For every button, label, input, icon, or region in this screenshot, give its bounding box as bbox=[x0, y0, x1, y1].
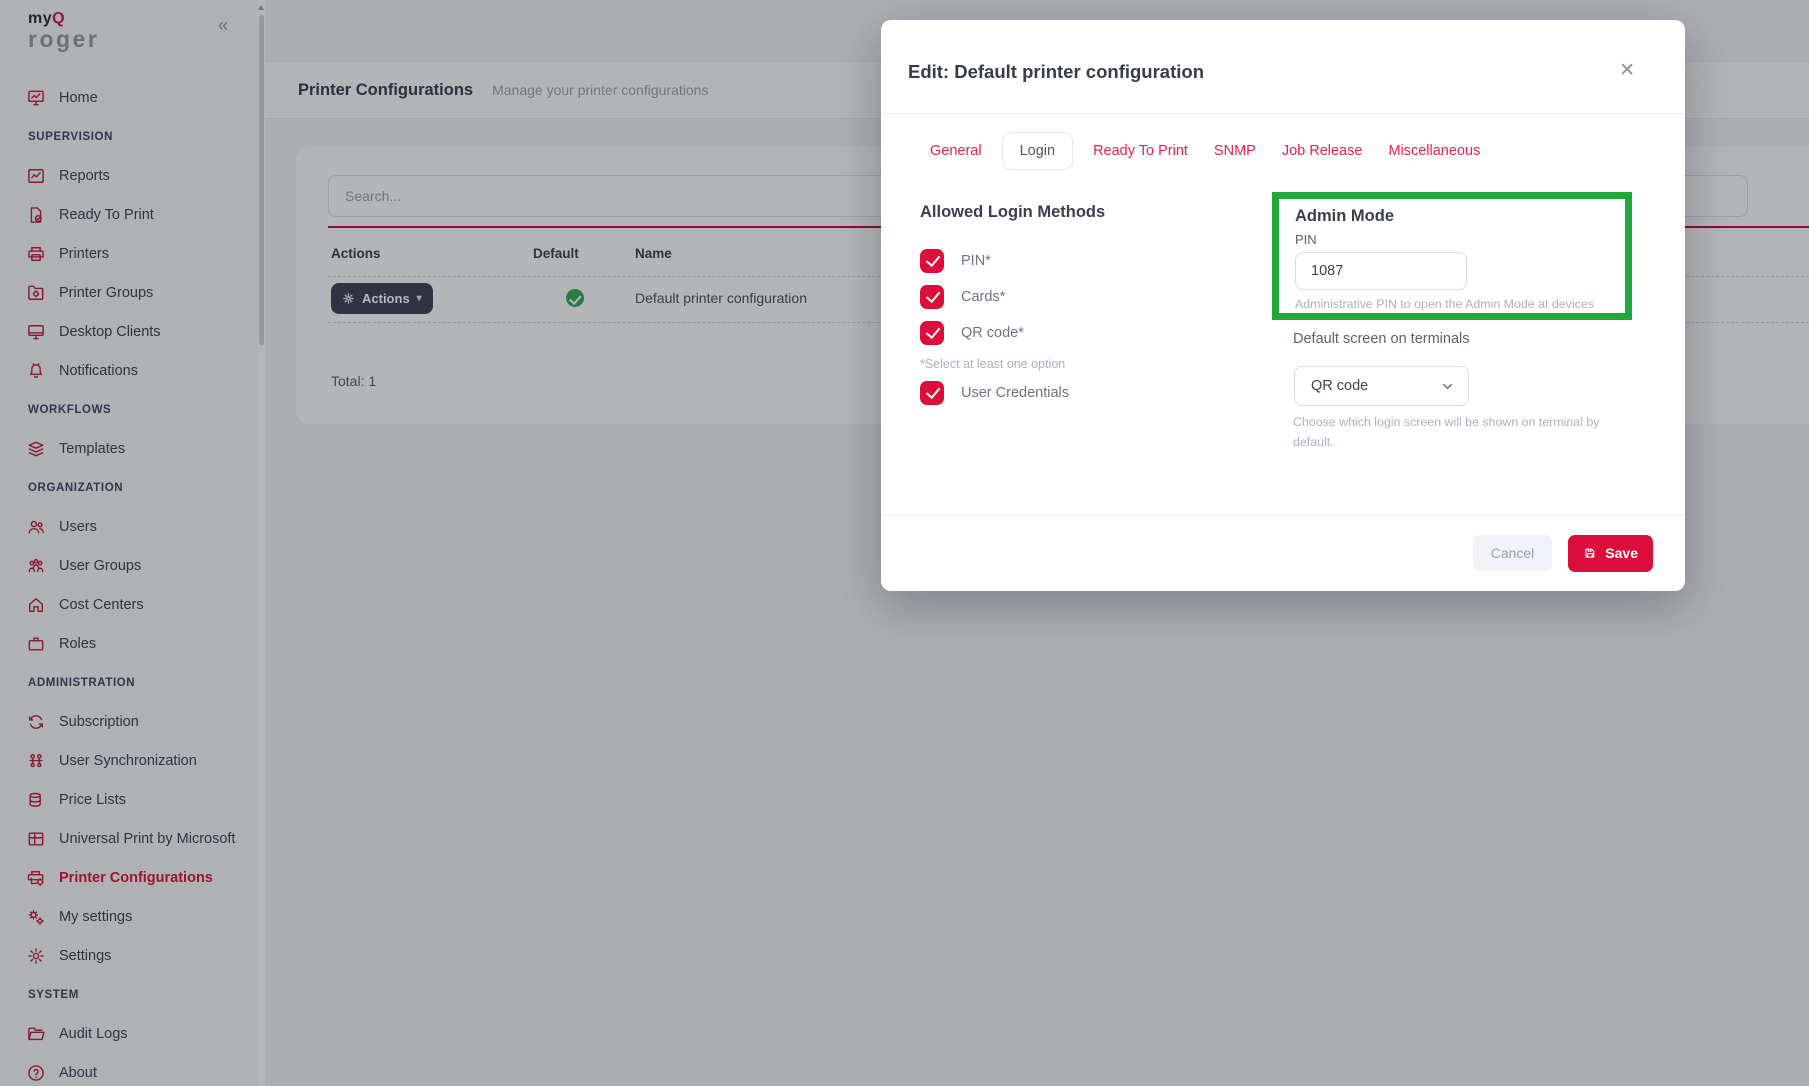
login-method-label: Cards* bbox=[961, 289, 1006, 305]
login-method-label: PIN* bbox=[961, 253, 991, 269]
default-screen-helper: Choose which login screen will be shown … bbox=[1293, 415, 1600, 449]
login-methods-note: *Select at least one option bbox=[920, 357, 1066, 371]
tab-snmp[interactable]: SNMP bbox=[1201, 133, 1269, 169]
default-screen-label: Default screen on terminals bbox=[1293, 331, 1470, 347]
allowed-login-methods-heading: Allowed Login Methods bbox=[920, 203, 1106, 221]
save-label: Save bbox=[1605, 545, 1638, 561]
close-icon: ✕ bbox=[1619, 60, 1635, 81]
tab-login[interactable]: Login bbox=[1001, 132, 1074, 170]
chevron-down-icon bbox=[1440, 379, 1455, 394]
default-screen-value: QR code bbox=[1311, 378, 1369, 394]
default-screen-select[interactable]: QR code bbox=[1294, 366, 1469, 406]
edit-printer-config-modal: Edit: Default printer configuration ✕ Ge… bbox=[881, 20, 1685, 591]
login-method-cards[interactable]: Cards* bbox=[920, 285, 1255, 309]
pin-helper-text: Administrative PIN to open the Admin Mod… bbox=[1295, 297, 1594, 311]
divider bbox=[881, 113, 1685, 114]
modal-footer: Cancel Save bbox=[881, 515, 1685, 591]
login-methods-list: PIN* Cards* QR code* *Select at least one o… bbox=[920, 249, 1255, 405]
login-method-label: QR code* bbox=[961, 325, 1024, 341]
app-root: myQ roger « Home SUPERVISION Reports Ready … bbox=[0, 0, 1809, 1086]
cancel-button[interactable]: Cancel bbox=[1472, 535, 1553, 571]
login-methods-section: Allowed Login Methods PIN* Cards* QR code*… bbox=[920, 203, 1255, 417]
modal-tabs: General Login Ready To Print SNMP Job Releas… bbox=[917, 132, 1493, 170]
modal-title: Edit: Default printer configuration bbox=[908, 61, 1204, 82]
checkbox-checked-icon[interactable] bbox=[920, 321, 944, 345]
save-icon bbox=[1583, 546, 1597, 560]
pin-label: PIN bbox=[1295, 232, 1317, 247]
tab-general[interactable]: General bbox=[917, 133, 995, 169]
tab-miscellaneous[interactable]: Miscellaneous bbox=[1375, 133, 1493, 169]
login-method-user-credentials[interactable]: User Credentials bbox=[920, 381, 1255, 405]
login-method-label: User Credentials bbox=[961, 385, 1069, 401]
tab-job-release[interactable]: Job Release bbox=[1269, 133, 1376, 169]
admin-mode-highlight-box: Admin Mode PIN Administrative PIN to ope… bbox=[1272, 192, 1632, 320]
login-method-pin[interactable]: PIN* bbox=[920, 249, 1255, 273]
login-method-qr-code[interactable]: QR code* bbox=[920, 321, 1255, 345]
checkbox-checked-icon[interactable] bbox=[920, 249, 944, 273]
checkbox-checked-icon[interactable] bbox=[920, 285, 944, 309]
tab-ready-to-print[interactable]: Ready To Print bbox=[1080, 133, 1201, 169]
save-button[interactable]: Save bbox=[1568, 534, 1653, 572]
checkbox-checked-icon[interactable] bbox=[920, 381, 944, 405]
close-button[interactable]: ✕ bbox=[1613, 58, 1641, 83]
admin-mode-heading: Admin Mode bbox=[1295, 207, 1394, 225]
admin-pin-input[interactable] bbox=[1295, 252, 1467, 290]
